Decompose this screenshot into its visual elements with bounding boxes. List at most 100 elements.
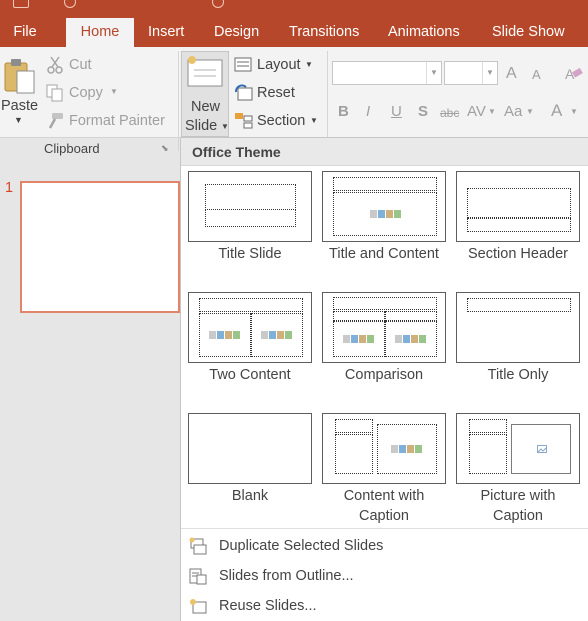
- reset-button[interactable]: Reset: [234, 83, 316, 105]
- bold-button[interactable]: B: [338, 103, 349, 120]
- reuse-slides-item[interactable]: Reuse Slides...: [181, 593, 588, 621]
- tab-home[interactable]: Home: [66, 18, 134, 47]
- layout-section-header[interactable]: [456, 171, 580, 242]
- layout-two-content[interactable]: [188, 292, 312, 363]
- layout-button[interactable]: Layout ▼: [234, 55, 316, 77]
- layout-picture-with-caption[interactable]: [456, 413, 580, 484]
- layout-name-line2: Caption: [359, 508, 409, 524]
- font-color-button[interactable]: A: [551, 101, 562, 121]
- tab-insert[interactable]: Insert: [148, 18, 184, 47]
- presenter-icon[interactable]: [212, 0, 224, 8]
- font-color-dropdown-icon[interactable]: ▼: [570, 107, 578, 116]
- title-placeholder: [469, 419, 507, 433]
- layout-name-line1: Content with: [343, 488, 425, 504]
- strikethrough-button[interactable]: abc: [440, 106, 459, 120]
- clipboard-launcher-icon[interactable]: ⬊: [161, 143, 169, 154]
- font-size-box[interactable]: ▼: [444, 61, 498, 85]
- copy-button[interactable]: Copy ▼: [46, 83, 136, 105]
- format-painter-label: Format Painter: [69, 113, 165, 129]
- shrink-font-button[interactable]: A: [532, 67, 541, 82]
- outline-slides-icon: [189, 568, 207, 585]
- layout-comparison[interactable]: [322, 292, 446, 363]
- clear-formatting-icon[interactable]: A: [563, 65, 583, 83]
- scissors-icon: [47, 56, 63, 74]
- italic-button[interactable]: I: [366, 103, 370, 120]
- layout-title-slide[interactable]: [188, 171, 312, 242]
- layout-name: Title Slide: [218, 246, 282, 262]
- tab-slide-show[interactable]: Slide Show: [492, 18, 565, 47]
- format-painter-button[interactable]: Format Painter: [46, 111, 174, 133]
- undo-icon[interactable]: [64, 0, 76, 8]
- copy-dropdown-icon[interactable]: ▼: [110, 87, 118, 96]
- section-button[interactable]: Section ▼: [234, 111, 320, 133]
- layout-name: Two Content: [209, 367, 291, 383]
- font-size-dropdown-icon[interactable]: ▼: [482, 62, 497, 84]
- layout-name: Title Only: [487, 367, 549, 383]
- layout-icon: [234, 57, 252, 72]
- new-slide-dropdown-icon[interactable]: ▼: [221, 122, 229, 131]
- title-bar: [0, 0, 588, 18]
- new-slide-button[interactable]: New Slide ▼: [181, 51, 229, 137]
- text-placeholder: [333, 311, 385, 321]
- title-placeholder: [205, 184, 296, 210]
- paste-button[interactable]: Paste ▼: [0, 53, 38, 133]
- duplicate-selected-slides-item[interactable]: Duplicate Selected Slides: [181, 533, 588, 561]
- subtitle-placeholder: [205, 209, 296, 227]
- tab-transitions[interactable]: Transitions: [289, 18, 359, 47]
- menu-item-label: Duplicate Selected Slides: [219, 538, 384, 554]
- tab-animations[interactable]: Animations: [388, 18, 460, 47]
- text-placeholder: [385, 311, 437, 321]
- char-spacing-button[interactable]: AV: [467, 103, 486, 120]
- layout-name: Title and Content: [329, 246, 439, 262]
- paste-icon: [4, 59, 35, 94]
- paste-dropdown-icon[interactable]: ▼: [14, 115, 23, 125]
- gallery-header-label: Office Theme: [192, 144, 281, 160]
- new-slide-label-line2: Slide: [185, 118, 218, 134]
- cut-button[interactable]: Cut: [46, 55, 136, 77]
- layout-blank[interactable]: [188, 413, 312, 484]
- content-icons: [209, 331, 240, 339]
- slides-from-outline-item[interactable]: Slides from Outline...: [181, 563, 588, 591]
- slide-thumbnail[interactable]: [20, 181, 180, 313]
- change-case-dropdown-icon[interactable]: ▼: [526, 107, 534, 116]
- layout-dropdown-icon[interactable]: ▼: [305, 60, 313, 69]
- section-icon: [235, 113, 253, 129]
- cut-label: Cut: [69, 57, 92, 73]
- section-dropdown-icon[interactable]: ▼: [310, 116, 318, 125]
- menu-item-label: Reuse Slides...: [219, 598, 317, 614]
- title-placeholder: [199, 298, 303, 312]
- save-icon[interactable]: [13, 0, 29, 8]
- gallery-header: Office Theme: [181, 138, 588, 166]
- content-icons: [370, 210, 401, 218]
- ribbon-home: Paste ▼ Cut Copy ▼ Format Painter Clipbo…: [0, 47, 588, 156]
- copy-icon: [46, 84, 63, 102]
- layout-content-with-caption[interactable]: [322, 413, 446, 484]
- text-placeholder: [335, 434, 373, 474]
- layout-name-line1: Picture with: [480, 488, 556, 504]
- change-case-button[interactable]: Aa: [504, 103, 522, 120]
- title-placeholder: [467, 188, 571, 218]
- layout-label: Layout: [257, 57, 301, 73]
- title-placeholder: [333, 297, 437, 310]
- picture-placeholder: [511, 424, 571, 474]
- tab-design[interactable]: Design: [214, 18, 259, 47]
- layout-name-line2: Caption: [493, 508, 543, 524]
- layout-name: Blank: [231, 488, 269, 504]
- text-placeholder: [469, 434, 507, 474]
- slide-number: 1: [5, 180, 14, 196]
- text-shadow-button[interactable]: S: [418, 103, 428, 120]
- new-slide-gallery: Office Theme Title Slide Title and Conte…: [180, 137, 588, 621]
- content-placeholder: [199, 313, 251, 357]
- content-icons: [343, 335, 374, 343]
- font-name-dropdown-icon[interactable]: ▼: [426, 62, 441, 84]
- char-spacing-dropdown-icon[interactable]: ▼: [488, 107, 496, 116]
- layout-title-and-content[interactable]: [322, 171, 446, 242]
- new-slide-icon: [187, 56, 223, 87]
- font-name-box[interactable]: ▼: [332, 61, 442, 85]
- tab-file[interactable]: File: [0, 18, 50, 47]
- section-label: Section: [257, 113, 306, 129]
- grow-font-button[interactable]: A: [506, 65, 517, 83]
- layout-title-only[interactable]: [456, 292, 580, 363]
- underline-button[interactable]: U: [391, 103, 402, 120]
- new-slide-label-line1: New: [191, 99, 221, 115]
